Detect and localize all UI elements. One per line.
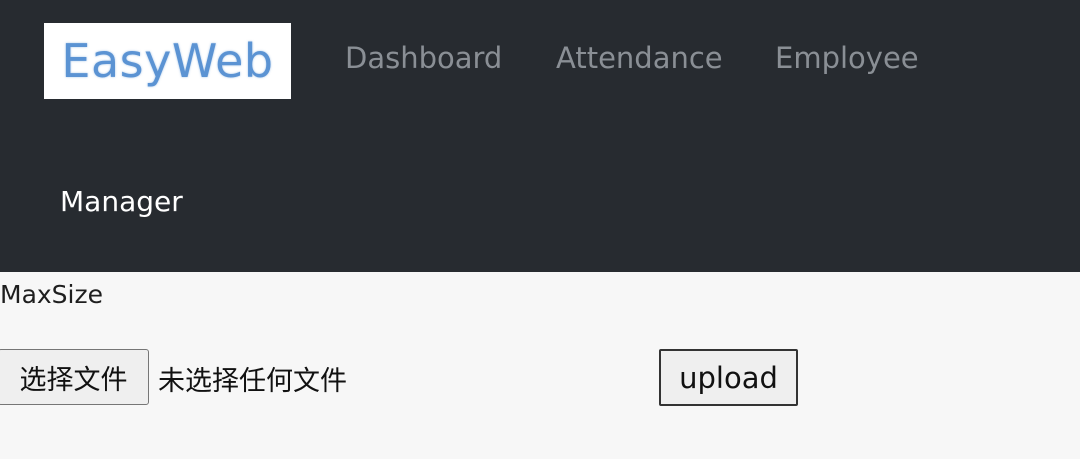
- brand-name: EasyWeb: [61, 34, 274, 88]
- nav-link-manager[interactable]: Manager: [60, 185, 183, 218]
- nav-link-attendance[interactable]: Attendance: [556, 41, 723, 75]
- upload-button[interactable]: upload: [659, 349, 798, 406]
- nav-link-dashboard[interactable]: Dashboard: [345, 41, 502, 75]
- top-navbar: EasyWeb Dashboard Attendance Employee Ma…: [0, 0, 1080, 272]
- brand-logo[interactable]: EasyWeb: [44, 23, 291, 99]
- choose-file-button[interactable]: 选择文件: [0, 349, 149, 405]
- file-status-text: 未选择任何文件: [158, 366, 347, 397]
- upload-form: MaxSize 选择文件 未选择任何文件 upload: [0, 272, 1080, 459]
- maxsize-label: MaxSize: [0, 280, 104, 309]
- nav-link-employee[interactable]: Employee: [775, 41, 919, 75]
